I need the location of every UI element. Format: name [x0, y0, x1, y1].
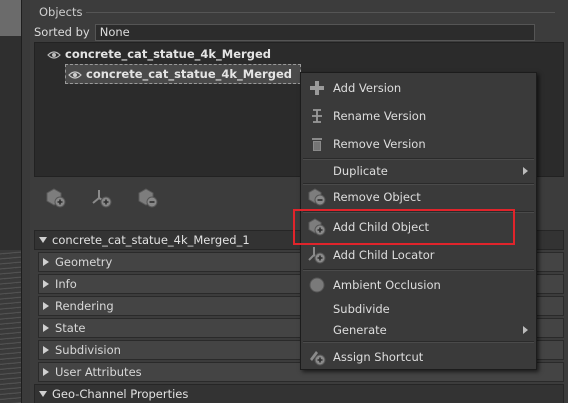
menu-item-remove-version[interactable]: Remove Version [301, 133, 536, 155]
remove-object-icon[interactable] [136, 186, 160, 210]
menu-item-add-child-locator[interactable]: Add Child Locator [301, 244, 536, 266]
menu-item-duplicate[interactable]: Duplicate [301, 160, 536, 182]
menu-separator [303, 183, 534, 185]
submenu-arrow-icon [523, 326, 528, 334]
rename-version-icon [301, 105, 333, 127]
menu-item-ambient-occlusion[interactable]: Ambient Occlusion [301, 274, 536, 296]
expand-right-icon [43, 368, 49, 376]
menu-item-rename-version[interactable]: Rename Version [301, 105, 536, 127]
object-toolbar [44, 186, 160, 210]
expand-right-icon [43, 302, 49, 310]
menu-item-assign-shortcut[interactable]: Assign Shortcut [301, 346, 536, 368]
add-version-icon [301, 77, 333, 99]
sphere-icon [301, 274, 333, 296]
object-row[interactable]: concrete_cat_statue_4k_Merged [35, 44, 563, 64]
viewport-header [0, 0, 21, 36]
add-child-locator-icon [301, 244, 333, 266]
expand-down-icon [39, 391, 47, 397]
prop-group-geo-channel[interactable]: Geo-Channel Properties [34, 384, 564, 403]
shortcut-icon [301, 346, 333, 368]
expand-down-icon [39, 237, 47, 243]
menu-item-subdivide[interactable]: Subdivide [301, 298, 536, 320]
highlight-annotation [293, 209, 515, 245]
expand-right-icon [43, 346, 49, 354]
add-locator-icon[interactable] [90, 186, 114, 210]
object-row-selected[interactable]: concrete_cat_statue_4k_Merged [65, 64, 301, 84]
menu-item-add-version[interactable]: Add Version [301, 77, 536, 99]
submenu-arrow-icon [523, 167, 528, 175]
sort-row: Sorted by None [34, 23, 535, 41]
panel-title: Objects [35, 5, 555, 19]
viewport-grid [0, 250, 21, 403]
expand-right-icon [43, 324, 49, 332]
object-name: concrete_cat_statue_4k_Merged [65, 47, 271, 61]
object-name: concrete_cat_statue_4k_Merged [86, 67, 292, 81]
expand-right-icon [43, 258, 49, 266]
expand-right-icon [43, 280, 49, 288]
menu-separator [303, 269, 534, 271]
trash-icon [301, 133, 333, 155]
menu-separator [303, 341, 534, 343]
visibility-eye-icon[interactable] [68, 69, 82, 79]
viewport-edge [0, 0, 22, 403]
menu-item-remove-object[interactable]: Remove Object [301, 186, 536, 208]
visibility-eye-icon[interactable] [47, 49, 61, 59]
sort-dropdown[interactable]: None [94, 23, 535, 41]
remove-object-icon [301, 186, 333, 208]
sort-label: Sorted by [34, 25, 90, 39]
menu-item-generate[interactable]: Generate [301, 319, 536, 341]
add-object-icon[interactable] [44, 186, 68, 210]
